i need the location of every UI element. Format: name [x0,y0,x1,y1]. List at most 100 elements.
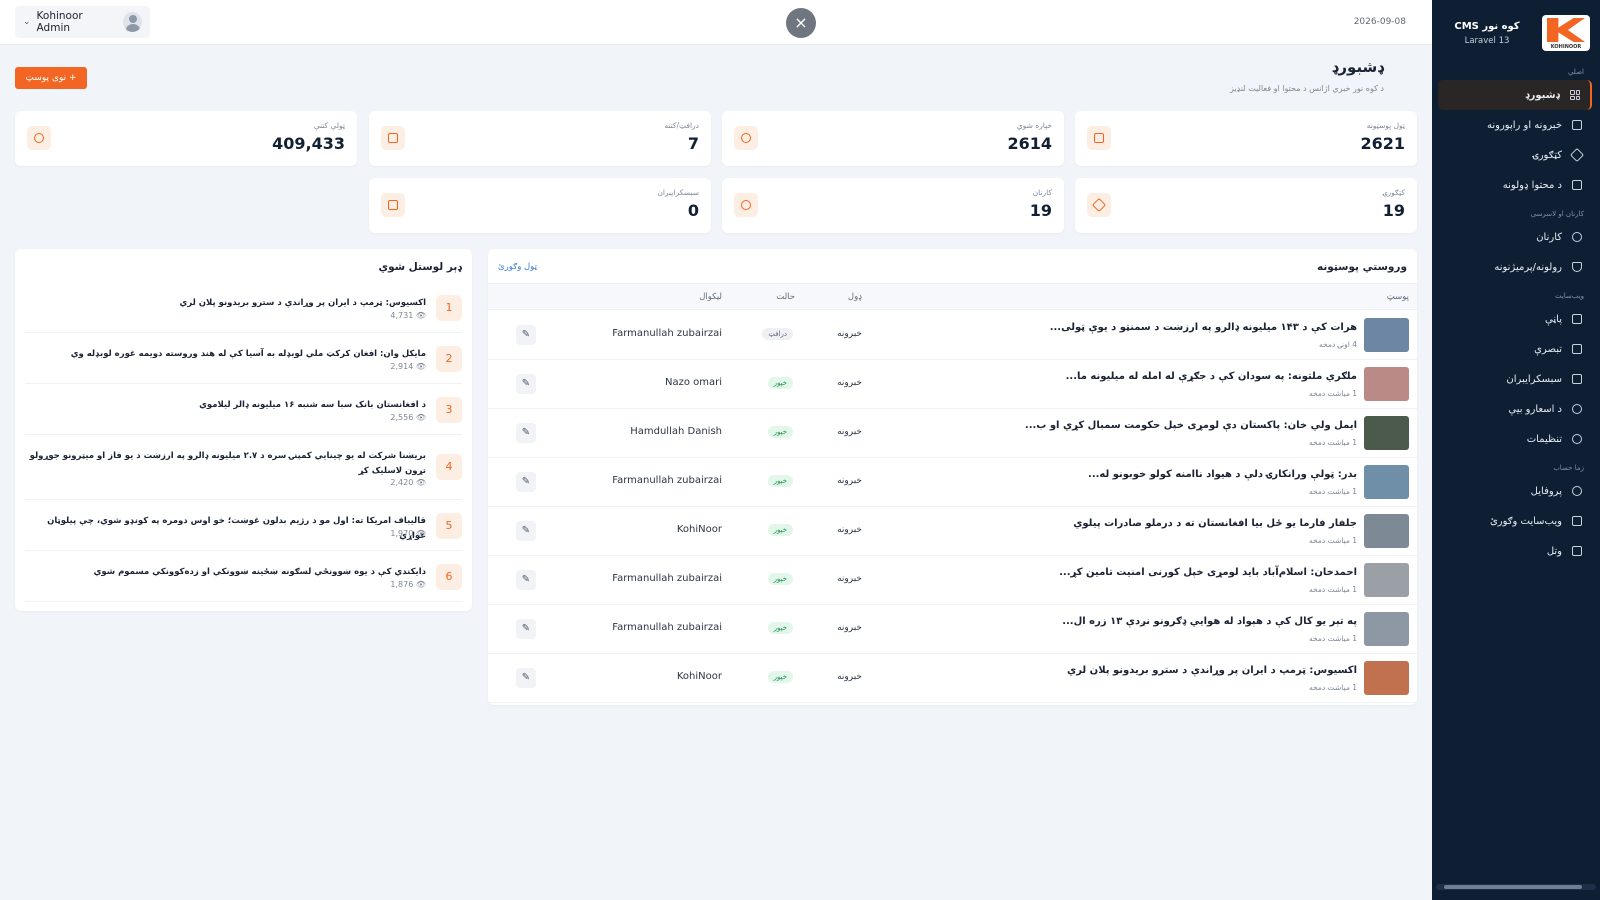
sidebar-item-subscribers[interactable]: سبسکرایبران [1438,364,1592,394]
table-row[interactable]: هرات کې د ۱۴۳ میلیونه ډالرو په ارزښت د س… [488,311,1417,360]
list-item[interactable]: 3 د افغانستان بانک سبا سه شنبه ۱۶ میلیونه… [25,385,462,435]
sidebar-scrollbar[interactable] [1436,884,1596,890]
page-title: ډشبورډ [1331,58,1384,76]
post-thumbnail[interactable] [1364,612,1409,646]
post-thumbnail[interactable] [1364,416,1409,450]
post-author: Farmanullah zubairzai [612,328,722,339]
comment-icon [1572,344,1582,354]
table-row[interactable]: احمدخان: اسلام‌آباد باید لومړی خپل کورنی… [488,556,1417,605]
sidebar-item-profile[interactable]: پروفایل [1438,476,1592,506]
sidebar-item-label: پاڼې [1545,313,1562,325]
post-thumbnail[interactable] [1364,563,1409,597]
read-item-title[interactable]: قالیباف امریکا ته: اول مو د رژیم بدلون غ… [25,514,426,544]
sidebar-item-users[interactable]: کارنان [1438,222,1592,252]
post-author: Nazo omari [664,377,722,388]
read-item-title[interactable]: مایکل وان: افغان کرکټ ملي لوبډله به آسیا… [25,347,426,362]
edit-button[interactable]: ✎ [516,619,536,639]
view-count-value: 4,731 [390,311,414,320]
post-title[interactable]: بدر: ټولې ورانکارۍ دلې د هیواد ناامنه کو… [1088,469,1357,480]
list-item[interactable]: 2 مایکل وان: افغان کرکټ ملي لوبډله به آسی… [25,334,462,384]
sidebar-item-view-site[interactable]: ویب‌سایت وګورئ [1438,506,1592,536]
most-read-title: ډېر لوستل شوي [378,261,462,273]
calendar-icon [1087,126,1111,150]
chevron-down-icon: ⌄ [23,17,31,27]
post-title[interactable]: جلفار فارما یو ځل بیا افغانستان ته د درم… [1073,518,1357,529]
post-title[interactable]: ملګري ملتونه: په سودان کې د جګړې له امله… [1066,371,1357,382]
latest-posts-panel: وروستي پوسټونه ټول وګورئ پوسټ ډول حالت ل… [488,249,1417,705]
grid-icon [1570,90,1580,100]
sidebar-item-dashboard[interactable]: ډشبورډ [1438,80,1592,110]
sidebar-item-label: رولونه/پرمیژنونه [1494,261,1562,273]
post-thumbnail[interactable] [1364,465,1409,499]
sidebar-item-label: پروفایل [1530,485,1562,497]
post-title[interactable]: اکسیوس: ټرمپ د ایران پر وړاندې د سترو بر… [1067,665,1357,676]
tag-icon [1087,193,1111,217]
sidebar-item-comments[interactable]: تبصرې [1438,334,1592,364]
list-item[interactable]: 4 بریښنا شرکت له یو چینایي کمپنۍ سره د ۲.… [25,436,462,500]
logo: KOHINOOR [1542,15,1590,51]
table-row[interactable]: بدر: ټولې ورانکارۍ دلې د هیواد ناامنه کو… [488,458,1417,507]
list-item[interactable]: 1 اکسیوس: ټرمپ د ایران پر وړاندې د سترو ب… [25,283,462,333]
eye-icon: 👁 [413,362,426,371]
rank-badge: 6 [436,564,462,590]
read-item-title[interactable]: د افغانستان بانک سبا سه شنبه ۱۶ میلیونه … [25,398,426,413]
post-title[interactable]: ایمل ولي خان: پاکستان دې لومړی خپل حکومت… [1025,420,1357,431]
post-date: 1 میاشت دمخه [1309,487,1357,496]
edit-button[interactable]: ✎ [516,423,536,443]
post-title[interactable]: هرات کې د ۱۴۳ میلیونه ډالرو په ارزښت د س… [1050,322,1357,333]
new-post-button[interactable]: + نوی پوسټ [15,67,87,89]
sidebar-item-label: کټګورۍ [1532,149,1562,161]
sidebar-item-currency[interactable]: د اسعارو بیې [1438,394,1592,424]
table-row[interactable]: په تېر یو کال کې د هېواد له هوايي ډګرونو… [488,605,1417,654]
close-button[interactable]: × [786,8,816,38]
sidebar-item-logout[interactable]: وتل [1438,536,1592,566]
read-item-title[interactable]: اکسیوس: ټرمپ د ایران پر وړاندې د سترو بر… [25,296,426,311]
eye-icon: 👁 [413,311,426,320]
mail-icon [381,193,405,217]
post-thumbnail[interactable] [1364,318,1409,352]
post-thumbnail[interactable] [1364,367,1409,401]
edit-button[interactable]: ✎ [516,570,536,590]
stat-card-subscribers: سبسکرایبران 0 [369,178,711,233]
external-link-icon [1572,516,1582,526]
user-menu-button[interactable]: ⌄ Kohinoor Admin [15,6,150,38]
sidebar-item-settings[interactable]: تنظیمات [1438,424,1592,454]
table-row[interactable]: اکسیوس: ټرمپ د ایران پر وړاندې د سترو بر… [488,654,1417,703]
table-row[interactable]: ایمل ولي خان: پاکستان دې لومړی خپل حکومت… [488,409,1417,458]
sidebar-item-news[interactable]: خبرونه او راپورونه [1438,110,1592,140]
stat-label: درافټ/کتنه [664,121,699,130]
post-type: خبرونه [837,623,862,633]
read-item-title[interactable]: دایکندي کې د یوه ښوونځي لسګونه ښځینه ښوو… [25,565,426,580]
table-row[interactable]: جلفار فارما یو ځل بیا افغانستان ته د درم… [488,507,1417,556]
stat-card-drafts: درافټ/کتنه 7 [369,111,711,166]
sidebar-item-pages[interactable]: پاڼې [1438,304,1592,334]
view-count: 👁 1,970 [390,529,426,538]
post-title[interactable]: احمدخان: اسلام‌آباد باید لومړی خپل کورنی… [1059,567,1357,578]
sidebar-section-account: زما حساب [1553,464,1584,472]
post-title[interactable]: په تېر یو کال کې د هېواد له هوايي ډګرونو… [1062,616,1357,627]
edit-button[interactable]: ✎ [516,668,536,688]
list-item[interactable]: 6 دایکندي کې د یوه ښوونځي لسګونه ښځینه ښو… [25,552,462,602]
sidebar-item-label: خبرونه او راپورونه [1486,119,1562,131]
post-type: خبرونه [837,476,862,486]
eye-icon [27,126,51,150]
list-item[interactable]: 5 قالیباف امریکا ته: اول مو د رژیم بدلون … [25,501,462,551]
sidebar-item-roles[interactable]: رولونه/پرمیژنونه [1438,252,1592,282]
brand[interactable]: KOHINOOR کوه نور CMS Laravel 13 [1432,0,1600,56]
edit-button[interactable]: ✎ [516,472,536,492]
read-item-title[interactable]: بریښنا شرکت له یو چینایي کمپنۍ سره د ۲.۷… [25,449,426,479]
edit-button[interactable]: ✎ [516,374,536,394]
avatar [122,12,142,32]
post-thumbnail[interactable] [1364,514,1409,548]
table-row[interactable]: ملګري ملتونه: په سودان کې د جګړې له امله… [488,360,1417,409]
sidebar-item-content-types[interactable]: د محتوا ډولونه [1438,170,1592,200]
edit-button[interactable]: ✎ [516,521,536,541]
status-badge: خپور [767,426,793,438]
page-subtitle: د کوه نور خبري اژانس د محتوا او فعالیت ل… [1230,84,1384,93]
edit-button[interactable]: ✎ [516,325,536,345]
sidebar-item-categories[interactable]: کټګورۍ [1438,140,1592,170]
see-all-link[interactable]: ټول وګورئ [498,262,537,272]
page-icon [1572,314,1582,324]
table-header: پوسټ ډول حالت لیکوال [488,283,1417,310]
post-thumbnail[interactable] [1364,661,1409,695]
